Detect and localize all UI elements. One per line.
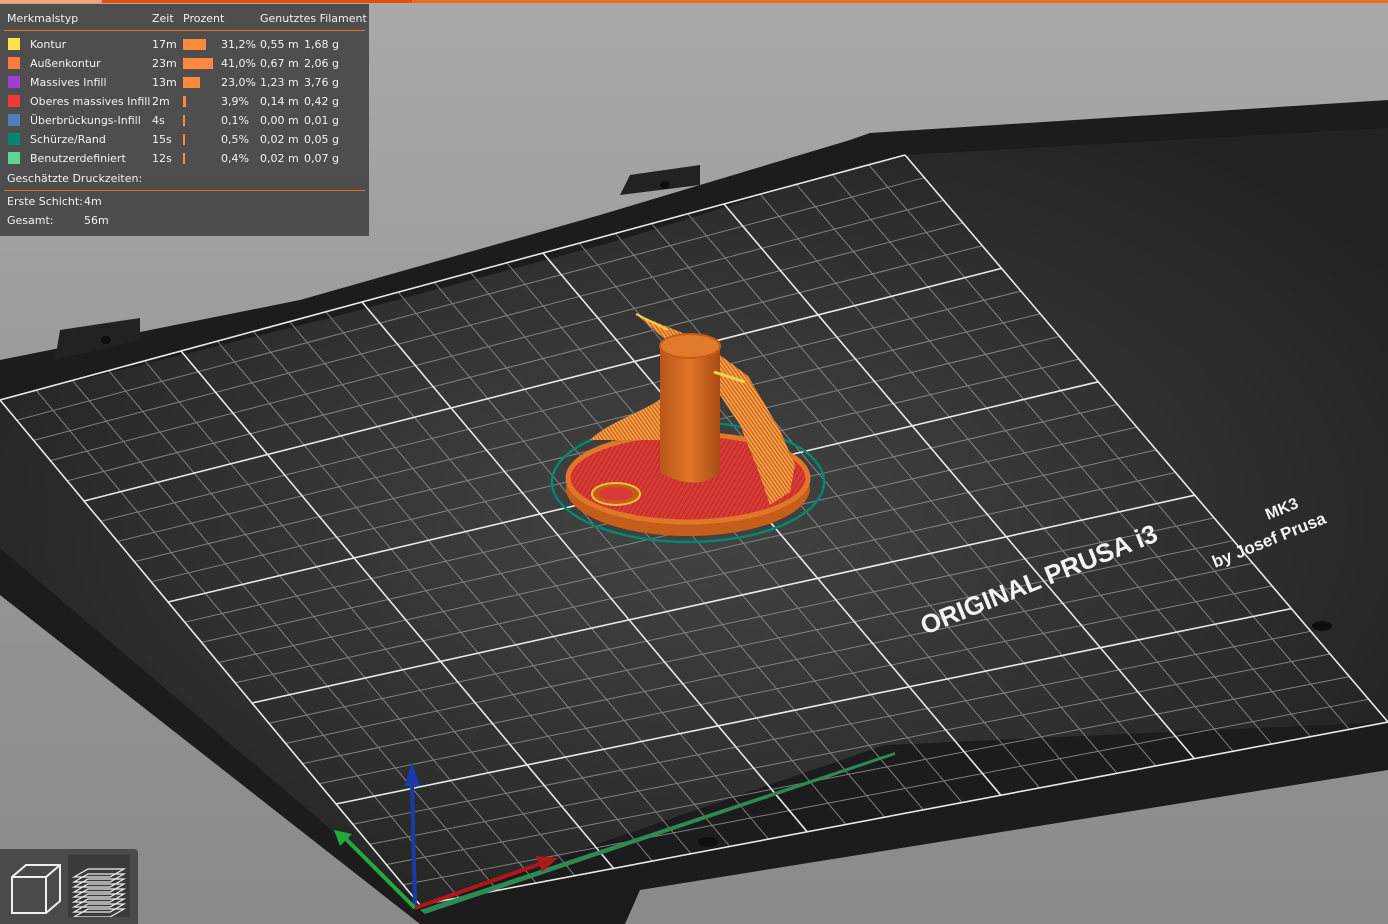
feature-time: 12s (152, 152, 172, 165)
percent-bar (183, 58, 213, 69)
color-swatch (8, 76, 20, 88)
feature-time: 23m (152, 57, 177, 70)
feature-name: Massives Infill (30, 76, 107, 89)
feature-name: Schürze/Rand (30, 133, 106, 146)
feature-weight: 1,68 g (304, 38, 339, 51)
layers-icon (71, 868, 127, 918)
percent-bar (183, 153, 185, 164)
header-time: Zeit (152, 12, 174, 25)
percent-bar (183, 77, 200, 88)
feature-time: 4s (152, 114, 165, 127)
feature-length: 0,67 m (260, 57, 299, 70)
total-value: 56m (84, 214, 109, 227)
color-swatch (8, 133, 20, 145)
feature-length: 0,14 m (260, 95, 299, 108)
feature-time: 2m (152, 95, 170, 108)
color-swatch (8, 57, 20, 69)
total-label: Gesamt: (7, 214, 54, 227)
first-layer-value: 4m (84, 195, 102, 208)
legend-panel: Merkmalstyp Zeit Prozent Genutztes Filam… (0, 4, 369, 236)
feature-percent: 0,1% (221, 114, 249, 127)
legend-header: Merkmalstyp Zeit Prozent Genutztes Filam… (0, 9, 369, 28)
feature-weight: 3,76 g (304, 76, 339, 89)
3d-view-button[interactable] (4, 855, 66, 917)
percent-bar (183, 115, 185, 126)
percent-bar (183, 96, 186, 107)
first-layer-label: Erste Schicht: (7, 195, 83, 208)
percent-bar (183, 134, 185, 145)
layer-view-button[interactable] (68, 855, 130, 918)
feature-time: 13m (152, 76, 177, 89)
header-filament: Genutztes Filament (260, 12, 367, 25)
legend-row: Außenkontur 23m 41,0% 0,67 m 2,06 g (0, 54, 369, 73)
color-swatch (8, 152, 20, 164)
feature-name: Kontur (30, 38, 67, 51)
feature-name: Überbrückungs-Infill (30, 114, 141, 127)
legend-row: Oberes massives Infill 2m 3,9% 0,14 m 0,42 g (0, 92, 369, 111)
feature-weight: 2,06 g (304, 57, 339, 70)
feature-weight: 0,07 g (304, 152, 339, 165)
feature-length: 1,23 m (260, 76, 299, 89)
feature-percent: 31,2% (221, 38, 256, 51)
feature-weight: 0,42 g (304, 95, 339, 108)
feature-percent: 0,4% (221, 152, 249, 165)
percent-bar (183, 39, 206, 50)
legend-row: Kontur 17m 31,2% 0,55 m 1,68 g (0, 35, 369, 54)
legend-row: Massives Infill 13m 23,0% 1,23 m 3,76 g (0, 73, 369, 92)
header-percent: Prozent (183, 12, 225, 25)
feature-time: 17m (152, 38, 177, 51)
feature-weight: 0,05 g (304, 133, 339, 146)
view-mode-bar (0, 849, 138, 924)
color-swatch (8, 114, 20, 126)
feature-percent: 41,0% (221, 57, 256, 70)
feature-length: 0,00 m (260, 114, 299, 127)
feature-length: 0,02 m (260, 133, 299, 146)
feature-length: 0,02 m (260, 152, 299, 165)
legend-row: Überbrückungs-Infill 4s 0,1% 0,00 m 0,01 g (0, 111, 369, 130)
legend-row: Schürze/Rand 15s 0,5% 0,02 m 0,05 g (0, 130, 369, 149)
feature-length: 0,55 m (260, 38, 299, 51)
feature-percent: 0,5% (221, 133, 249, 146)
legend-row: Benutzerdefiniert 12s 0,4% 0,02 m 0,07 g (0, 149, 369, 168)
feature-percent: 3,9% (221, 95, 249, 108)
feature-name: Oberes massives Infill (30, 95, 151, 108)
header-divider (4, 30, 365, 31)
feature-name: Benutzerdefiniert (30, 152, 126, 165)
color-swatch (8, 95, 20, 107)
header-type: Merkmalstyp (7, 12, 79, 25)
color-swatch (8, 38, 20, 50)
times-divider (4, 190, 365, 191)
feature-time: 15s (152, 133, 172, 146)
feature-weight: 0,01 g (304, 114, 339, 127)
feature-name: Außenkontur (30, 57, 101, 70)
estimated-times-label: Geschätzte Druckzeiten: (7, 172, 143, 185)
cube-icon (11, 864, 61, 914)
feature-percent: 23,0% (221, 76, 256, 89)
